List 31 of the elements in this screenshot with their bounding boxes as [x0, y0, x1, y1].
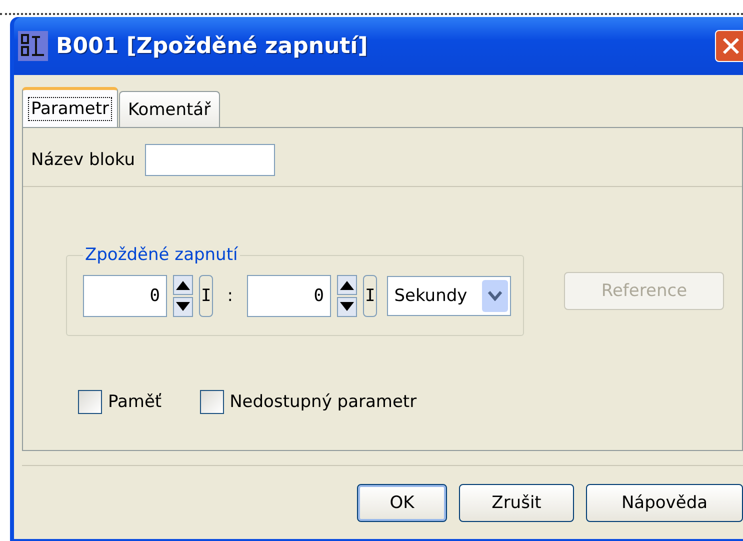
- tab[interactable]: Komentář: [119, 91, 220, 127]
- window-title: B001 [Zpožděné zapnutí]: [56, 34, 369, 58]
- chevron-down-icon: [482, 280, 508, 312]
- down-triangle-icon: [176, 302, 190, 312]
- time-separator: :: [227, 286, 233, 306]
- up-triangle-icon: [176, 280, 190, 290]
- dialog-button[interactable]: Zrušit: [459, 484, 574, 522]
- spin-up-button[interactable]: [173, 275, 193, 295]
- checkbox[interactable]: [78, 390, 102, 414]
- checkbox[interactable]: [200, 390, 224, 414]
- number-field[interactable]: 0: [83, 275, 167, 317]
- unit-dropdown[interactable]: Sekundy: [387, 276, 512, 316]
- checkbox-label: Paměť: [108, 392, 162, 412]
- checkbox-label: Nedostupný parametr: [230, 392, 417, 412]
- parameter-toggle[interactable]: I: [362, 275, 378, 317]
- number-field[interactable]: 0: [246, 275, 331, 317]
- spin-down-button[interactable]: [173, 297, 193, 317]
- dialog-button[interactable]: Nápověda: [586, 484, 743, 522]
- dialog-button[interactable]: OK: [357, 484, 447, 522]
- up-triangle-icon: [340, 280, 354, 290]
- close-button[interactable]: [715, 30, 743, 62]
- block-diagram-icon: [18, 31, 48, 61]
- close-icon: [721, 36, 741, 56]
- spin-down-button[interactable]: [336, 297, 357, 317]
- field-label: Název bloku: [31, 150, 135, 170]
- group-title: Zpožděné zapnutí: [84, 245, 239, 265]
- spin-up-button[interactable]: [336, 275, 357, 295]
- tab[interactable]: Parametr: [22, 87, 118, 127]
- down-triangle-icon: [340, 302, 354, 312]
- block-name-field[interactable]: [145, 144, 275, 176]
- parameter-toggle[interactable]: I: [199, 275, 214, 317]
